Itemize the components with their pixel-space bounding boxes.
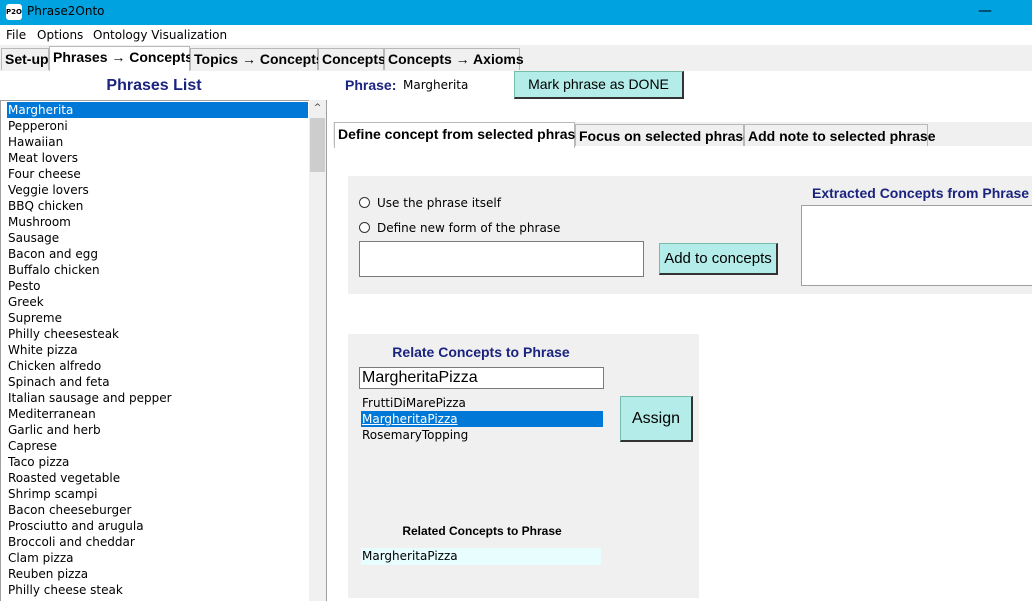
phrases-list-title: Phrases List: [106, 77, 202, 94]
title-bar: [0, 0, 1032, 25]
related-concept-item[interactable]: MargheritaPizza: [361, 548, 601, 565]
list-item[interactable]: Bacon cheeseburger: [7, 502, 308, 518]
list-item[interactable]: Pesto: [7, 278, 308, 294]
list-item[interactable]: Veggie lovers: [7, 182, 308, 198]
phrase-label: Phrase:: [345, 77, 397, 93]
extracted-concepts-title: Extracted Concepts from Phrase: [812, 185, 1030, 201]
list-item[interactable]: Taco pizza: [7, 454, 308, 470]
list-item[interactable]: Philly cheese steak: [7, 582, 308, 598]
list-item[interactable]: Italian sausage and pepper: [7, 390, 308, 406]
list-item[interactable]: Greek: [7, 294, 308, 310]
window-title: Phrase2Onto: [27, 4, 105, 18]
extracted-concepts-list[interactable]: [801, 205, 1032, 286]
tab-phrases-concepts[interactable]: Phrases → Concepts: [49, 46, 193, 71]
mark-done-button[interactable]: Mark phrase as DONE: [514, 71, 684, 99]
app-icon: P2O: [6, 4, 22, 20]
list-item[interactable]: Reuben pizza: [7, 566, 308, 582]
list-item[interactable]: Four cheese: [7, 166, 308, 182]
list-item[interactable]: Mediterranean: [7, 406, 308, 422]
tab-focus-phrase[interactable]: Focus on selected phrase: [575, 124, 751, 146]
list-item[interactable]: Shrimp scampi: [7, 486, 308, 502]
list-item[interactable]: Philly cheesesteak: [7, 326, 308, 342]
tab-topics-concepts[interactable]: Topics → Concepts: [190, 48, 324, 70]
use-phrase-label: Use the phrase itself: [377, 196, 501, 210]
list-item[interactable]: Roasted vegetable: [7, 470, 308, 486]
minimize-button[interactable]: —: [969, 0, 1001, 25]
list-item[interactable]: Buffalo chicken: [7, 262, 308, 278]
list-item[interactable]: Supreme: [7, 310, 308, 326]
new-form-input[interactable]: [359, 241, 644, 277]
list-item[interactable]: BBQ chicken: [7, 198, 308, 214]
list-item[interactable]: Prosciutto and arugula: [7, 518, 308, 534]
list-item[interactable]: Pepperoni: [7, 118, 308, 134]
list-item[interactable]: Clam pizza: [7, 550, 308, 566]
list-item[interactable]: Broccoli and cheddar: [7, 534, 308, 550]
list-item[interactable]: White pizza: [7, 342, 308, 358]
scroll-up-arrow-icon[interactable]: ^: [309, 100, 326, 117]
list-item[interactable]: Sausage: [7, 230, 308, 246]
concept-search-input[interactable]: MargheritaPizza: [359, 367, 604, 389]
list-item[interactable]: Margherita: [7, 102, 308, 118]
list-item[interactable]: Garlic and herb: [7, 422, 308, 438]
related-concepts-title: Related Concepts to Phrase: [402, 524, 562, 538]
list-item[interactable]: Chicken alfredo: [7, 358, 308, 374]
phrase-value: Margherita: [403, 78, 469, 92]
new-form-radio[interactable]: [359, 222, 370, 233]
scroll-thumb[interactable]: [310, 118, 325, 172]
list-item[interactable]: Caprese: [7, 438, 308, 454]
concept-list-item[interactable]: RosemaryTopping: [361, 427, 603, 443]
new-form-label: Define new form of the phrase: [377, 221, 561, 235]
tab-concepts-axioms[interactable]: Concepts → Axioms: [384, 48, 524, 70]
list-item[interactable]: Hawaiian: [7, 134, 308, 150]
menu-options[interactable]: Options: [37, 28, 83, 42]
tab-concepts[interactable]: Concepts: [318, 48, 386, 70]
assign-button[interactable]: Assign: [620, 396, 693, 442]
use-phrase-radio[interactable]: [359, 197, 370, 208]
phrases-list[interactable]: Margherita Pepperoni Hawaiian Meat lovers Fo…: [0, 100, 327, 601]
phrases-scrollbar[interactable]: [309, 100, 326, 601]
concept-list-item[interactable]: MargheritaPizza: [361, 411, 603, 427]
tab-define-concept[interactable]: Define concept from selected phrase: [334, 122, 583, 148]
menu-bar: File Options Ontology Visualization: [0, 25, 1032, 45]
menu-ontology-visualization[interactable]: Ontology Visualization: [93, 28, 227, 42]
tab-add-note[interactable]: Add note to selected phrase: [744, 124, 935, 146]
list-item[interactable]: Bacon and egg: [7, 246, 308, 262]
concept-list-item[interactable]: FruttiDiMarePizza: [361, 395, 603, 411]
list-item[interactable]: Spinach and feta: [7, 374, 308, 390]
relate-concepts-title: Relate Concepts to Phrase: [392, 344, 570, 360]
main-tabs: Set-up Phrases → Concepts Topics → Conce…: [0, 45, 1032, 71]
list-item[interactable]: Mushroom: [7, 214, 308, 230]
add-to-concepts-button[interactable]: Add to concepts: [659, 243, 778, 275]
tab-setup[interactable]: Set-up: [1, 48, 49, 70]
menu-file[interactable]: File: [6, 28, 26, 42]
list-item[interactable]: Meat lovers: [7, 150, 308, 166]
